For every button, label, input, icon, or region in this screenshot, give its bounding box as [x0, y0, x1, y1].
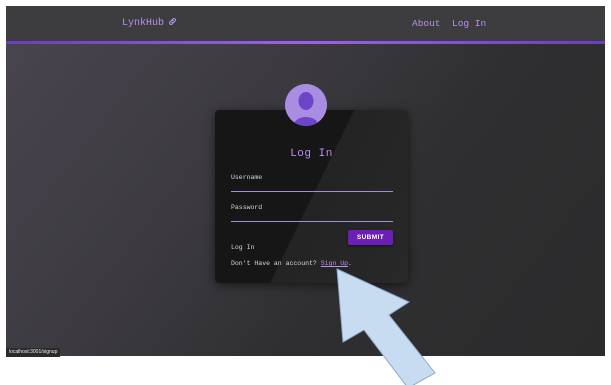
status-bar-url: localhost:3001/signup: [6, 348, 61, 357]
signup-prompt-row: Don't Have an account? Sign Up.: [231, 260, 352, 267]
browser-viewport: LynkHub About Log In Log In Username Pas…: [6, 6, 605, 356]
footer-login-text: Log In: [231, 244, 255, 251]
nav-login-link[interactable]: Log In: [452, 18, 486, 29]
username-input[interactable]: [231, 179, 393, 191]
password-input[interactable]: [231, 209, 393, 221]
navbar: LynkHub About Log In: [6, 6, 605, 44]
login-title: Log In: [290, 148, 333, 160]
username-underline: [231, 191, 393, 192]
signup-suffix: .: [348, 260, 352, 267]
brand-name: LynkHub: [122, 18, 165, 29]
card-sheen: [215, 110, 408, 283]
signup-prompt: Don't Have an account?: [231, 260, 317, 267]
submit-button[interactable]: SUBMIT: [348, 230, 393, 245]
link-icon: [168, 17, 177, 30]
login-card: Log In Username Password SUBMIT Log In D…: [215, 110, 408, 283]
nav-about-link[interactable]: About: [412, 18, 441, 29]
password-underline: [231, 221, 393, 222]
brand-link[interactable]: LynkHub: [122, 17, 177, 30]
user-avatar-icon: [285, 84, 327, 126]
signup-link[interactable]: Sign Up: [321, 260, 348, 267]
navbar-accent-line: [6, 41, 605, 44]
